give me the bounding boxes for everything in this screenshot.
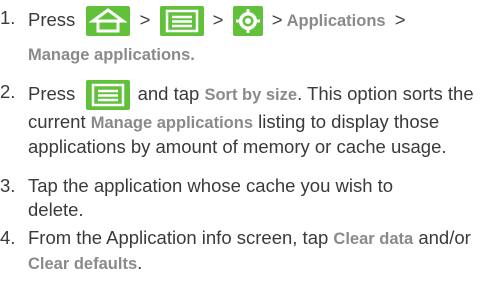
clear-data-label: Clear data (333, 230, 414, 248)
step-number: 3. (0, 175, 16, 196)
separator: > (394, 8, 406, 30)
menu-icon (159, 6, 204, 36)
step-line: Press > > > Applications > (28, 6, 479, 36)
step-text: and/or (413, 227, 471, 248)
step-line: Manage applications. (28, 42, 479, 67)
step-number: 4. (0, 227, 16, 248)
settings-icon (232, 6, 263, 36)
clear-defaults-label: Clear defaults (28, 255, 138, 273)
separator: > (212, 8, 224, 30)
separator: > (271, 8, 283, 30)
separator: > (139, 8, 151, 30)
manage-applications-label: Manage applications. (28, 46, 195, 64)
press-text: Press (28, 82, 76, 104)
step-text: . (137, 252, 143, 273)
step-body: From the Application info screen, tap Cl… (28, 226, 479, 276)
step-number: 1. (0, 7, 16, 28)
step-text: From the Application info screen, tap (28, 227, 334, 248)
step-text: and tap (132, 82, 205, 104)
applications-label: Applications (286, 11, 386, 30)
menu-icon (86, 80, 131, 110)
step-text: Tap the application whose cache you wish… (28, 175, 394, 220)
press-text: Press (28, 8, 76, 30)
step-body: Tap the application whose cache you wish… (28, 174, 395, 222)
sort-by-size-label: Sort by size (204, 85, 298, 104)
step-number: 2. (0, 81, 16, 102)
manage-applications-label: Manage applications (90, 114, 254, 132)
step-body: Press and tap Sort by size. This option … (28, 80, 479, 159)
step-body: Press > > > Applications > Manage applic… (28, 6, 479, 67)
home-icon (86, 6, 131, 36)
